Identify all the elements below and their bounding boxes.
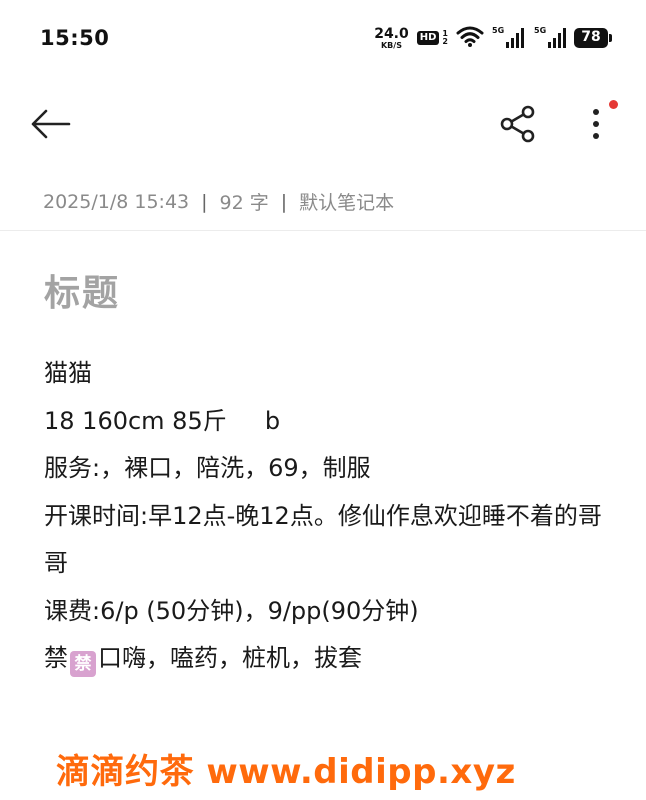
signal-1-label: 5G <box>492 26 505 35</box>
note-line-suffix: 口嗨，嗑药，桩机，拔套 <box>98 644 362 672</box>
share-icon <box>500 105 535 143</box>
network-speed: 24.0 KB/S <box>374 27 409 50</box>
share-button[interactable] <box>494 100 542 148</box>
network-speed-unit: KB/S <box>380 40 402 50</box>
note-line: 18 160cm 85斤 b <box>44 406 281 435</box>
notification-dot <box>609 100 618 109</box>
note-body[interactable]: 猫猫 18 160cm 85斤 b 服务:，裸口，陪洗，69，制服 开课时间:早… <box>44 350 624 683</box>
cellular-signal-1-icon: 5G <box>492 26 524 48</box>
note-line: 课费:6/p (50分钟)，9/pp(90分钟) <box>44 596 419 625</box>
note-title[interactable]: 标题 <box>44 264 120 316</box>
cellular-signal-2-icon: 5G <box>534 26 566 48</box>
note-meta: 2025/1/8 15:43 | 92 字 | 默认笔记本 <box>43 188 394 215</box>
note-line: 服务:，裸口，陪洗，69，制服 <box>44 454 371 482</box>
watermark-text: 滴滴约茶 www.didipp.xyz <box>56 752 516 792</box>
more-options-button[interactable] <box>572 98 620 150</box>
hd-voice-icon: HD <box>416 31 440 45</box>
hd-sim-numbers: 1 2 <box>442 30 448 46</box>
note-word-count: 92 字 <box>219 192 269 214</box>
battery-icon: 78 <box>574 28 612 48</box>
battery-level: 78 <box>574 28 608 48</box>
status-bar: 15:50 24.0 KB/S HD 1 2 5G 5G 78 <box>0 0 646 76</box>
status-icons: 24.0 KB/S HD 1 2 5G 5G 78 <box>374 24 612 52</box>
divider <box>0 230 646 231</box>
note-date: 2025/1/8 15:43 <box>43 190 190 213</box>
wifi-icon <box>456 25 484 51</box>
signal-2-label: 5G <box>534 26 547 35</box>
note-line-prefix: 禁 <box>44 644 68 672</box>
meta-separator: | <box>280 190 288 213</box>
notebook-name[interactable]: 默认笔记本 <box>299 188 394 215</box>
more-vertical-icon <box>593 109 599 139</box>
back-button[interactable] <box>26 100 74 148</box>
meta-separator: | <box>201 190 208 213</box>
hd-sim-bottom: 2 <box>442 37 448 46</box>
status-time: 15:50 <box>40 26 110 50</box>
network-speed-value: 24.0 <box>374 25 409 42</box>
note-line: 猫猫 <box>44 359 92 387</box>
note-line: 开课时间:早12点-晚12点。修仙作息欢迎睡不着的哥哥 <box>44 501 602 578</box>
note-line: 禁禁口嗨，嗑药，桩机，拔套 <box>44 635 624 683</box>
arrow-left-icon <box>31 109 71 139</box>
prohibited-emoji-icon: 禁 <box>70 651 96 677</box>
